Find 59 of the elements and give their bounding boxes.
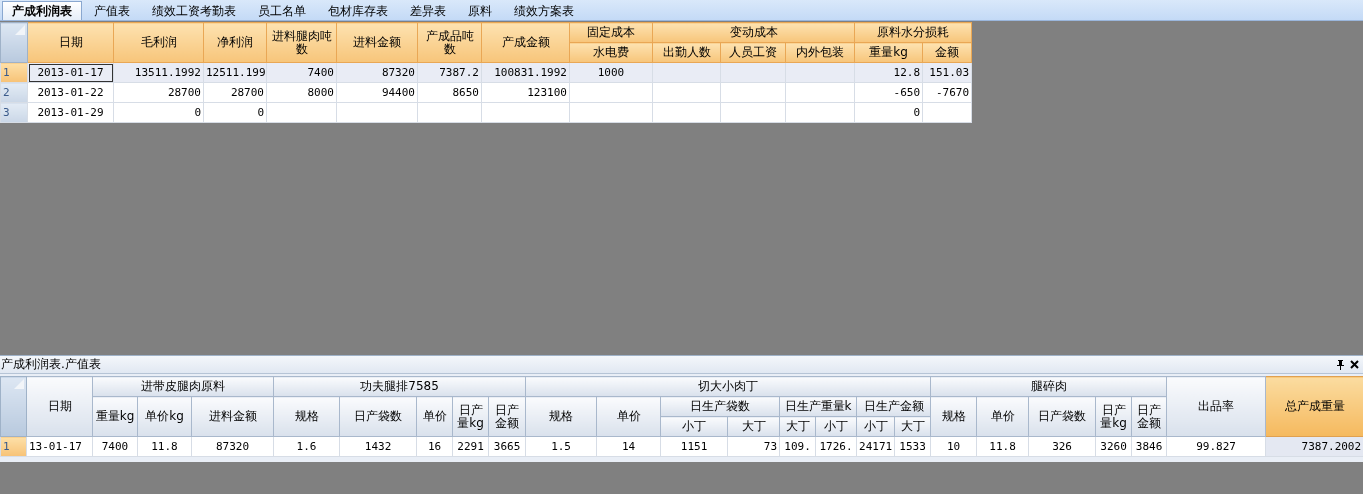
- sheet-tab[interactable]: 员工名单: [248, 1, 316, 20]
- column-group-header[interactable]: 切大小肉丁: [525, 376, 931, 397]
- table-cell: 8000: [266, 82, 337, 103]
- column-header[interactable]: 进料金额: [336, 22, 418, 63]
- table-cell: 28700: [203, 82, 267, 103]
- column-header[interactable]: 产成金额: [481, 22, 570, 63]
- table-cell: -650: [854, 82, 923, 103]
- table-cell: 2013-01-22: [27, 82, 114, 103]
- column-header[interactable]: 日产袋数: [339, 396, 417, 437]
- row-number[interactable]: 3: [0, 102, 28, 123]
- table-cell: 0: [854, 102, 923, 123]
- column-header[interactable]: 单价kg: [137, 396, 192, 437]
- table-cell: 2013-01-29: [27, 102, 114, 123]
- column-header[interactable]: 出品率: [1166, 376, 1266, 437]
- table-cell: 123100: [481, 82, 570, 103]
- column-header[interactable]: 日产金额: [488, 396, 526, 437]
- sheet-tab[interactable]: 包材库存表: [318, 1, 398, 20]
- column-header[interactable]: 毛利润: [113, 22, 204, 63]
- column-header[interactable]: 单价: [416, 396, 453, 437]
- column-header[interactable]: 产成品吨数: [417, 22, 482, 63]
- column-header[interactable]: 单价: [596, 396, 661, 437]
- pin-icon[interactable]: [1336, 359, 1345, 370]
- sheet-tab[interactable]: 产值表: [84, 1, 140, 20]
- table-cell: 94400: [336, 82, 418, 103]
- panel-title: 产成利润表.产值表: [1, 356, 102, 373]
- column-header[interactable]: 单价: [976, 396, 1029, 437]
- row-number[interactable]: 2: [0, 82, 28, 103]
- column-group-header[interactable]: 进带皮腿肉原料: [92, 376, 274, 397]
- column-header[interactable]: 总产成重量: [1265, 376, 1363, 437]
- table-cell: 0: [113, 102, 204, 123]
- sheet-tab[interactable]: 差异表: [400, 1, 456, 20]
- column-group-header[interactable]: 功夫腿排7585: [273, 376, 526, 397]
- table-cell: 28700: [113, 82, 204, 103]
- column-group-header[interactable]: 变动成本: [652, 22, 855, 43]
- table-cell: 0: [203, 102, 267, 123]
- column-group-header[interactable]: 固定成本: [569, 22, 653, 43]
- table-cell: 8650: [417, 82, 482, 103]
- sheet-tab[interactable]: 绩效工资考勤表: [142, 1, 246, 20]
- sheet-tab[interactable]: 绩效方案表: [504, 1, 584, 20]
- sheet-tab[interactable]: 原料: [458, 1, 502, 20]
- column-header[interactable]: 规格: [930, 396, 977, 437]
- column-header[interactable]: 日产量kg: [1095, 396, 1132, 437]
- column-header[interactable]: 净利润: [203, 22, 267, 63]
- table-cell: -7670: [922, 82, 972, 103]
- column-header[interactable]: 规格: [525, 396, 597, 437]
- column-group-header[interactable]: 原料水分损耗: [854, 22, 972, 43]
- column-header[interactable]: 进料金额: [191, 396, 274, 437]
- column-header[interactable]: 日产袋数: [1028, 396, 1096, 437]
- row-number[interactable]: 1: [0, 62, 28, 83]
- column-header[interactable]: 日期: [26, 376, 93, 437]
- sheet-tab[interactable]: 产成利润表: [2, 1, 82, 20]
- column-header[interactable]: 日产量kg: [452, 396, 489, 437]
- column-group-header[interactable]: 腿碎肉: [930, 376, 1167, 397]
- column-header[interactable]: 规格: [273, 396, 340, 437]
- column-header[interactable]: 重量kg: [92, 396, 138, 437]
- row-number[interactable]: 1: [0, 436, 27, 457]
- column-header[interactable]: 进料腿肉吨数: [266, 22, 337, 63]
- close-icon[interactable]: [1350, 360, 1359, 369]
- column-header[interactable]: 日期: [27, 22, 114, 63]
